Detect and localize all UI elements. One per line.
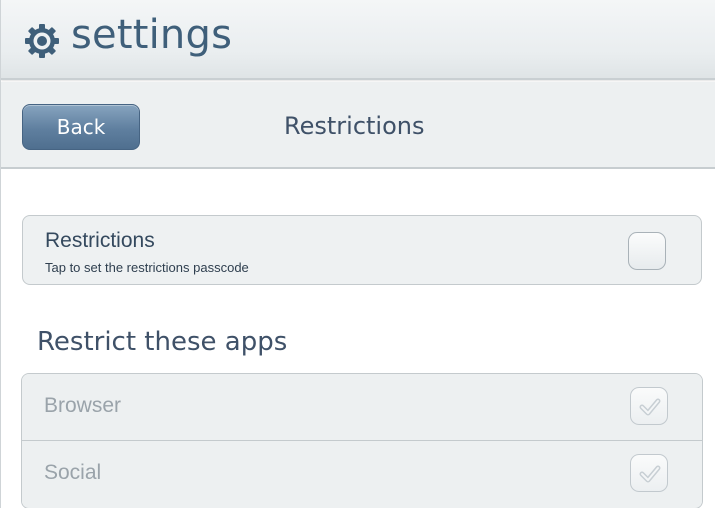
- settings-screen: settings Back Restrictions Restrictions …: [0, 0, 715, 508]
- navigation-bar: Back Restrictions: [1, 82, 715, 169]
- social-checkbox: [630, 454, 668, 492]
- app-header: settings: [1, 0, 715, 80]
- browser-checkbox: [630, 387, 668, 425]
- restrictions-checkbox[interactable]: [628, 232, 666, 270]
- app-label-browser: Browser: [44, 394, 122, 417]
- app-row-browser: Browser: [22, 374, 702, 440]
- gear-icon: [23, 22, 61, 60]
- app-label-social: Social: [44, 461, 102, 484]
- checkmark-icon: [639, 465, 661, 483]
- app-title: settings: [71, 12, 233, 58]
- back-button[interactable]: Back: [22, 104, 140, 150]
- checkmark-icon: [639, 398, 661, 416]
- section-heading: Restrict these apps: [37, 327, 288, 357]
- restrictions-sublabel: Tap to set the restrictions passcode: [45, 260, 249, 275]
- page-title: Restrictions: [284, 112, 425, 140]
- restrictions-label: Restrictions: [45, 229, 155, 252]
- app-row-social: Social: [22, 440, 702, 506]
- app-list: Browser Social: [21, 373, 703, 508]
- restrictions-toggle-row[interactable]: Restrictions Tap to set the restrictions…: [22, 215, 702, 285]
